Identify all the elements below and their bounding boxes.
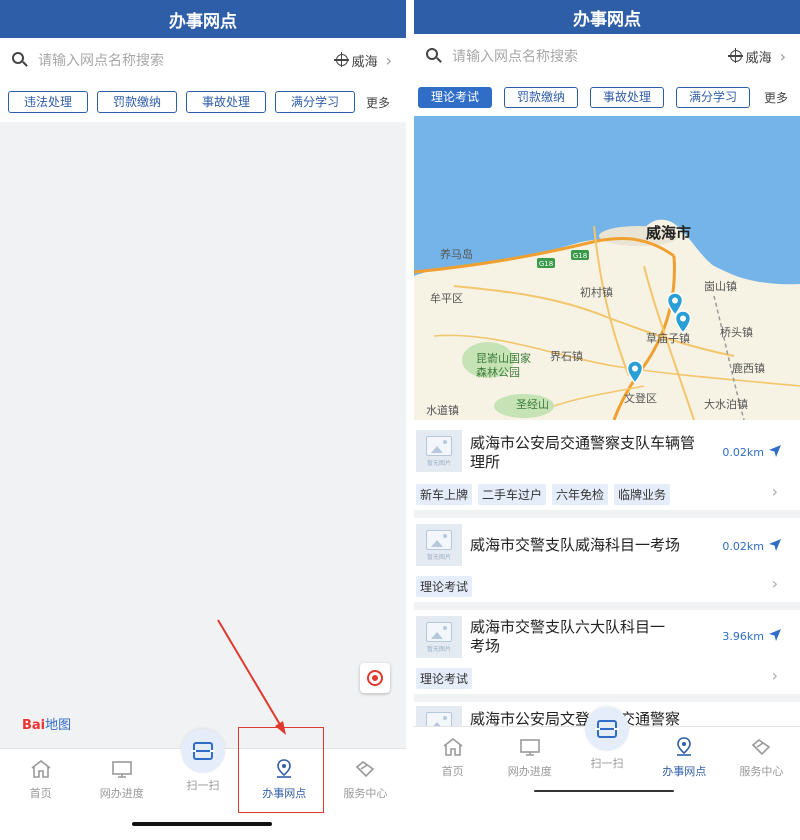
navigate-icon[interactable] [768, 628, 782, 642]
location-pin-icon [677, 737, 692, 756]
tag: 六年免检 [552, 484, 609, 505]
divider [414, 694, 800, 702]
tag: 新车上牌 [416, 484, 473, 505]
item-distance: 0.02km [722, 540, 764, 553]
right-screen: 办事网点 请输入网点名称搜索 威海 › 理论考试 罚款缴纳 事故处理 满分学习 … [414, 0, 800, 840]
chevron-right-icon: › [771, 666, 778, 685]
nav-service-center[interactable]: 服务中心 [723, 727, 800, 840]
image-placeholder-icon: 暂无图片 [416, 706, 462, 726]
city-selector[interactable]: 威海 › [727, 46, 786, 66]
tag-list: 理论考试 [416, 668, 478, 689]
search-input[interactable]: 请输入网点名称搜索 [452, 46, 730, 66]
handshake-icon [752, 738, 771, 756]
nav-scan[interactable]: 扫一扫 [568, 707, 645, 840]
navigate-icon[interactable] [768, 444, 782, 458]
chevron-right-icon: › [771, 574, 778, 593]
service-point-list: 暂无图片 威海市公安局交通警察支队车辆管理所 0.02km 新车上牌 二手车过户… [414, 420, 800, 726]
map-label: 大水泊镇 [704, 398, 748, 411]
item-distance: 3.96km [722, 630, 764, 643]
map-label: 桥头镇 [720, 326, 753, 339]
map-label: 鹿西镇 [732, 362, 765, 375]
tag-list: 新车上牌 二手车过户 六年免检 临牌业务 [416, 484, 676, 505]
tag: 理论考试 [416, 668, 473, 689]
bottom-nav: 首页 网办进度 扫一扫 办事网点 服务中心 [414, 707, 800, 840]
image-placeholder-icon: 暂无图片 [416, 430, 462, 472]
monitor-icon [519, 739, 540, 756]
map-pin-icon[interactable] [674, 310, 692, 334]
map-label: 养马岛 [440, 248, 473, 261]
map-label: 水道镇 [426, 404, 459, 417]
divider [414, 510, 800, 518]
nav-service-points[interactable]: 办事网点 [646, 727, 723, 840]
category-tabs: 理论考试 罚款缴纳 事故处理 满分学习 更多 [414, 78, 800, 116]
scan-button[interactable] [585, 707, 629, 751]
map-view[interactable]: G18 G18 威海市 养马岛 牟平区 初村镇 崮山镇 草庙子镇 桥头镇 昆嵛山… [414, 116, 800, 420]
search-icon [426, 48, 442, 64]
tab-fine-payment[interactable]: 罚款缴纳 [504, 86, 578, 108]
map-label: 界石镇 [550, 350, 583, 363]
list-item[interactable]: 暂无图片 威海市公安局交通警察支队车辆管理所 0.02km 新车上牌 二手车过户… [414, 420, 800, 510]
chevron-right-icon: › [771, 482, 778, 501]
map-label: 文登区 [624, 392, 657, 405]
list-item[interactable]: 暂无图片 威海市交警支队六大队科目一考场 3.96km 理论考试 › [414, 610, 800, 694]
divider [414, 602, 800, 610]
nav-home[interactable]: 首页 [414, 727, 491, 840]
svg-text:G18: G18 [573, 252, 587, 260]
scan-icon [595, 720, 619, 738]
search-bar[interactable]: 请输入网点名称搜索 威海 › [414, 34, 800, 78]
more-link[interactable]: 更多 [764, 89, 788, 106]
map-label: 初村镇 [580, 286, 613, 299]
svg-text:G18: G18 [539, 260, 553, 268]
map-pin-icon[interactable] [626, 360, 644, 384]
tab-accident[interactable]: 事故处理 [590, 86, 664, 108]
tag: 二手车过户 [478, 484, 547, 505]
tag: 理论考试 [416, 576, 473, 597]
home-indicator [534, 790, 674, 792]
map-label: 圣经山 [516, 398, 549, 411]
nav-progress[interactable]: 网办进度 [491, 727, 568, 840]
map-label: 崮山镇 [704, 280, 737, 293]
home-icon [443, 737, 463, 756]
tag: 临牌业务 [614, 484, 671, 505]
city-label: 威海 [745, 50, 772, 66]
tab-full-score-study[interactable]: 满分学习 [676, 86, 750, 108]
map-label: 牟平区 [430, 292, 463, 305]
arrow-annotation [217, 619, 286, 735]
map-label: 森林公园 [476, 366, 520, 379]
page-title: 办事网点 [414, 0, 800, 34]
list-item[interactable]: 暂无图片 威海市交警支队威海科目一考场 0.02km 理论考试 › [414, 518, 800, 602]
image-placeholder-icon: 暂无图片 [416, 616, 462, 658]
navigate-icon[interactable] [768, 538, 782, 552]
chevron-right-icon: › [779, 46, 786, 66]
item-distance: 0.02km [722, 446, 764, 459]
tab-theory-exam[interactable]: 理论考试 [418, 86, 492, 108]
map-label-weihai: 威海市 [646, 224, 692, 242]
image-placeholder-icon: 暂无图片 [416, 524, 462, 566]
item-title: 威海市交警支队六大队科目一考场 [470, 618, 666, 655]
location-icon [727, 48, 743, 63]
item-title: 威海市公安局交通警察支队车辆管理所 [470, 434, 696, 471]
item-title: 威海市交警支队威海科目一考场 [470, 536, 681, 554]
tag-list: 理论考试 [416, 576, 478, 597]
